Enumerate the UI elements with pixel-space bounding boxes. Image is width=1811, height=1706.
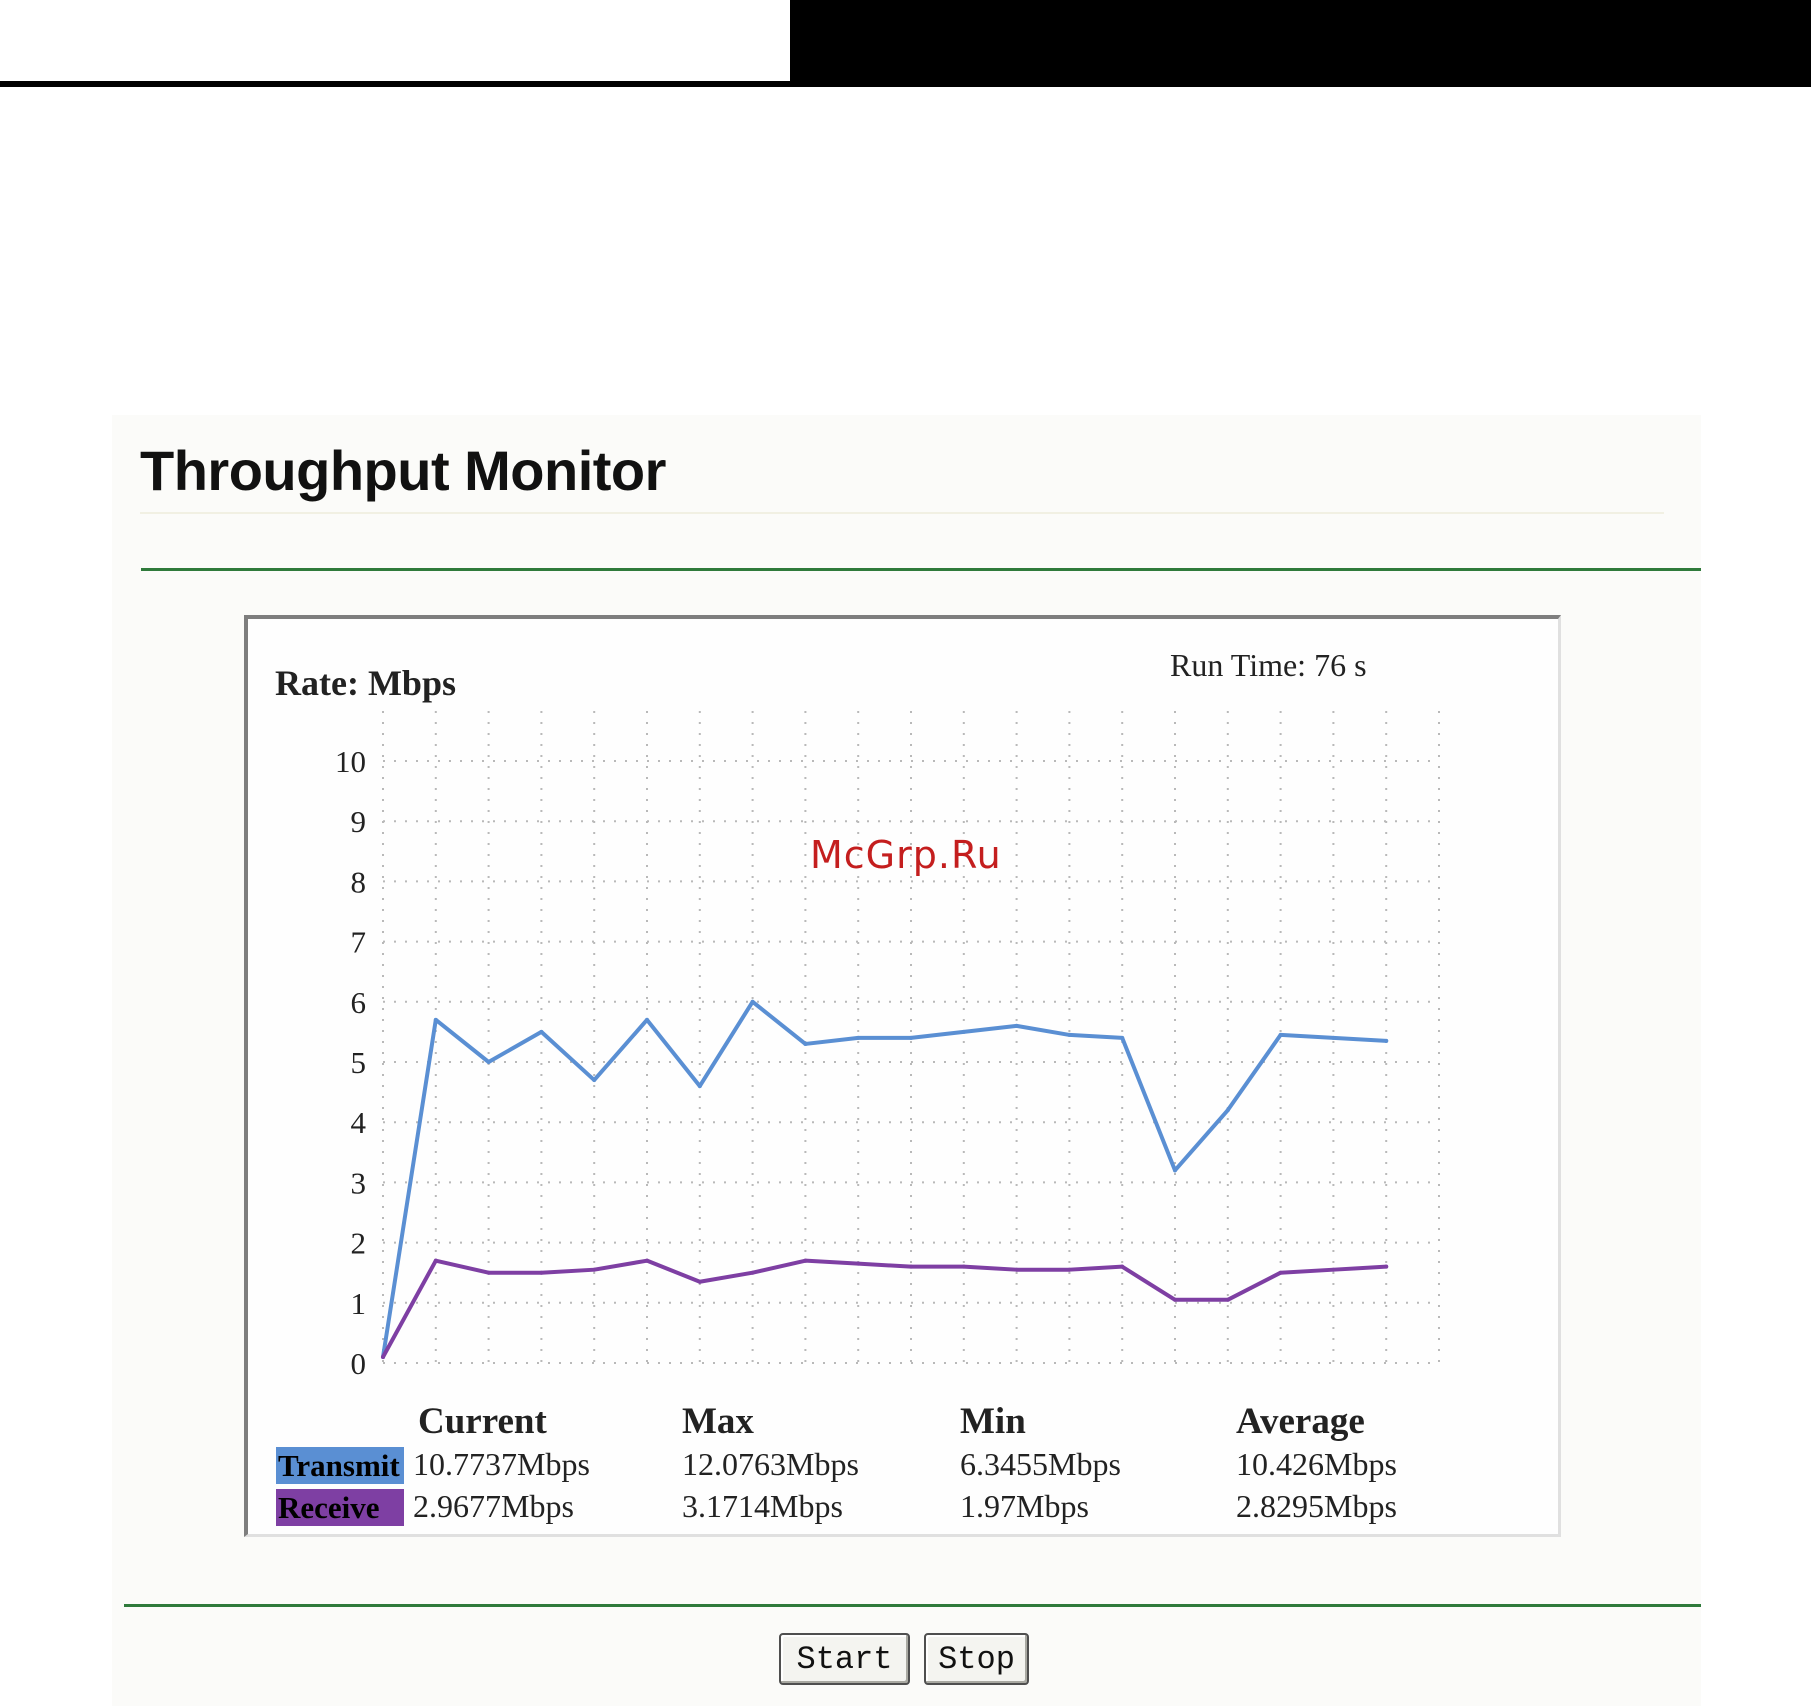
data-point-transmit: [1384, 1038, 1389, 1043]
data-point-receive: [1120, 1264, 1125, 1269]
data-point-receive: [1331, 1267, 1336, 1272]
data-point-receive: [803, 1258, 808, 1263]
data-point-transmit: [961, 1029, 966, 1034]
stats-header-min: Min: [960, 1401, 1026, 1442]
y-tick-label: 10: [335, 744, 366, 779]
data-point-receive: [1067, 1267, 1072, 1272]
receive-current: 2.9677Mbps: [413, 1488, 574, 1524]
series-line-receive: [381, 1258, 1389, 1359]
data-point-transmit: [433, 1017, 438, 1022]
receive-max: 3.1714Mbps: [682, 1488, 843, 1524]
transmit-max: 12.0763Mbps: [682, 1446, 859, 1482]
data-point-receive: [381, 1354, 385, 1359]
data-point-transmit: [645, 1017, 649, 1022]
data-point-receive: [697, 1279, 702, 1284]
data-point-transmit: [697, 1084, 702, 1089]
y-tick-label: 1: [351, 1286, 367, 1321]
stats-header-average: Average: [1236, 1401, 1365, 1442]
data-point-transmit: [486, 1060, 491, 1064]
data-point-transmit: [1278, 1032, 1283, 1037]
data-point-receive: [592, 1267, 597, 1272]
legend-transmit: Transmit: [276, 1447, 404, 1484]
y-tick-label: 4: [351, 1105, 367, 1140]
divider-bottom: [124, 1604, 1701, 1607]
data-point-receive: [645, 1258, 649, 1263]
data-point-transmit: [1067, 1032, 1072, 1037]
y-tick-label: 0: [351, 1346, 367, 1381]
data-point-transmit: [750, 999, 755, 1004]
receive-average: 2.8295Mbps: [1236, 1488, 1397, 1524]
data-point-transmit: [856, 1035, 861, 1040]
data-point-transmit: [803, 1041, 808, 1046]
data-point-receive: [961, 1264, 966, 1269]
data-point-transmit: [592, 1078, 597, 1083]
transmit-current: 10.7737Mbps: [413, 1446, 590, 1482]
receive-min: 1.97Mbps: [960, 1488, 1089, 1524]
data-point-receive: [1173, 1297, 1177, 1302]
y-tick-label: 6: [351, 985, 367, 1020]
data-point-receive: [539, 1270, 544, 1275]
stats-header-max: Max: [682, 1401, 754, 1442]
legend-receive: Receive: [276, 1489, 404, 1526]
start-button[interactable]: Start: [779, 1633, 910, 1685]
data-point-receive: [1278, 1270, 1283, 1275]
y-tick-label: 9: [351, 804, 367, 839]
stop-button[interactable]: Stop: [924, 1633, 1029, 1685]
series-line-transmit: [381, 999, 1389, 1359]
stats-header-current: Current: [418, 1401, 547, 1442]
data-point-receive: [750, 1270, 755, 1275]
data-point-receive: [1225, 1297, 1230, 1302]
data-point-transmit: [539, 1029, 544, 1034]
data-point-receive: [433, 1258, 438, 1263]
data-point-transmit: [1173, 1168, 1177, 1173]
transmit-average: 10.426Mbps: [1236, 1446, 1397, 1482]
y-tick-label: 2: [351, 1226, 367, 1261]
y-tick-label: 8: [351, 864, 367, 899]
data-point-transmit: [909, 1035, 913, 1040]
data-point-transmit: [1014, 1023, 1019, 1028]
data-point-receive: [856, 1261, 861, 1266]
transmit-min: 6.3455Mbps: [960, 1446, 1121, 1482]
data-point-transmit: [1225, 1108, 1230, 1113]
data-point-transmit: [1331, 1035, 1336, 1040]
y-tick-label: 5: [351, 1045, 367, 1080]
data-point-receive: [486, 1270, 491, 1275]
y-tick-label: 3: [351, 1165, 367, 1200]
watermark-text: McGrp.Ru: [810, 833, 1002, 877]
data-point-receive: [1384, 1264, 1389, 1269]
data-point-receive: [909, 1264, 913, 1269]
data-point-receive: [1014, 1267, 1019, 1272]
data-point-transmit: [1120, 1035, 1125, 1040]
y-tick-label: 7: [351, 925, 367, 960]
